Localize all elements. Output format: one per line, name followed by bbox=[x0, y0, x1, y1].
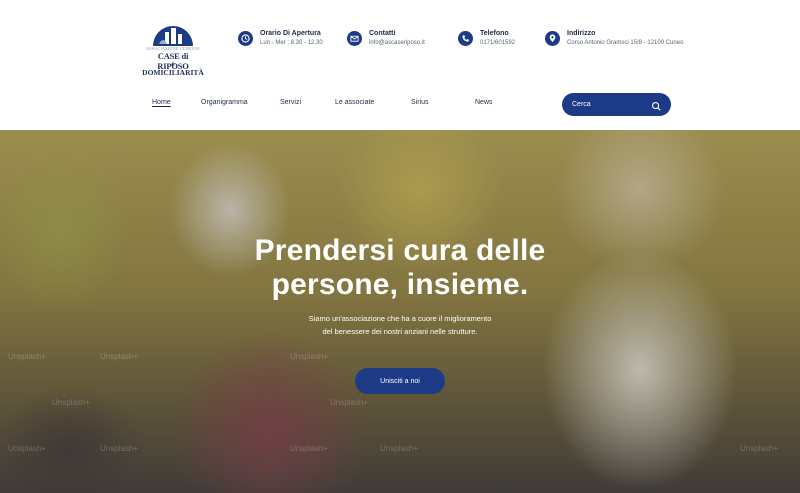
logo-emblem bbox=[153, 26, 193, 46]
mail-icon bbox=[347, 31, 362, 46]
watermark: Unsplash+ bbox=[740, 444, 779, 453]
nav-servizi[interactable]: Servizi bbox=[280, 99, 301, 106]
search-box bbox=[562, 93, 671, 116]
search-icon[interactable] bbox=[651, 99, 662, 111]
nav-le-associate[interactable]: Le associate bbox=[335, 99, 374, 106]
info-title: Contatti bbox=[369, 30, 396, 37]
nav-sirius[interactable]: Sirius bbox=[411, 99, 429, 106]
logo-subname: e DOMICILIARITÀ bbox=[142, 59, 204, 77]
search-input[interactable] bbox=[572, 98, 648, 111]
watermark: Unsplash+ bbox=[52, 398, 91, 407]
watermark: Unsplash+ bbox=[330, 398, 369, 407]
hero-subtitle: Siamo un'associazione che ha a cuore il … bbox=[280, 312, 520, 338]
info-title: Orario Di Apertura bbox=[260, 30, 321, 37]
hero-title-line: Prendersi cura delle bbox=[254, 234, 546, 267]
site-logo[interactable]: ASSOCIAZIONE CUNEESE CASE di RIPOSO e DO… bbox=[142, 22, 204, 77]
hero-subtitle-line: del benessere dei nostri anziani nelle s… bbox=[322, 327, 478, 336]
watermark: Unsplash+ bbox=[8, 444, 47, 453]
nav-news[interactable]: News bbox=[475, 99, 493, 106]
nav-organigramma[interactable]: Organigramma bbox=[201, 99, 248, 106]
site-header: ASSOCIAZIONE CUNEESE CASE di RIPOSO e DO… bbox=[0, 0, 800, 130]
phone-link[interactable]: 0171/601592 bbox=[480, 40, 515, 46]
join-us-button[interactable]: Unisciti a noi bbox=[355, 368, 445, 394]
phone-icon bbox=[458, 31, 473, 46]
info-title: Telefono bbox=[480, 30, 509, 37]
watermark: Unsplash+ bbox=[290, 444, 329, 453]
nav-home[interactable]: Home bbox=[152, 99, 171, 106]
hero-title-line: persone, insieme. bbox=[271, 268, 529, 301]
email-link[interactable]: info@ascaseriposo.it bbox=[369, 40, 425, 46]
watermark: Unsplash+ bbox=[290, 352, 329, 361]
info-value: Corso Antonio Gramsci 15/8 - 12100 Cuneo bbox=[567, 40, 684, 46]
hero-section: Unsplash+ Unsplash+ Unsplash+ Unsplash+ … bbox=[0, 130, 800, 493]
info-value: Lun - Mer : 8.30 - 12.30 bbox=[260, 40, 323, 46]
watermark: Unsplash+ bbox=[8, 352, 47, 361]
watermark: Unsplash+ bbox=[100, 444, 139, 453]
info-title: Indirizzo bbox=[567, 30, 596, 37]
hero-subtitle-line: Siamo un'associazione che ha a cuore il … bbox=[308, 314, 492, 323]
map-pin-icon bbox=[545, 31, 560, 46]
clock-icon bbox=[238, 31, 253, 46]
hero-title: Prendersi cura delle persone, insieme. bbox=[200, 234, 600, 302]
watermark: Unsplash+ bbox=[380, 444, 419, 453]
watermark: Unsplash+ bbox=[100, 352, 139, 361]
